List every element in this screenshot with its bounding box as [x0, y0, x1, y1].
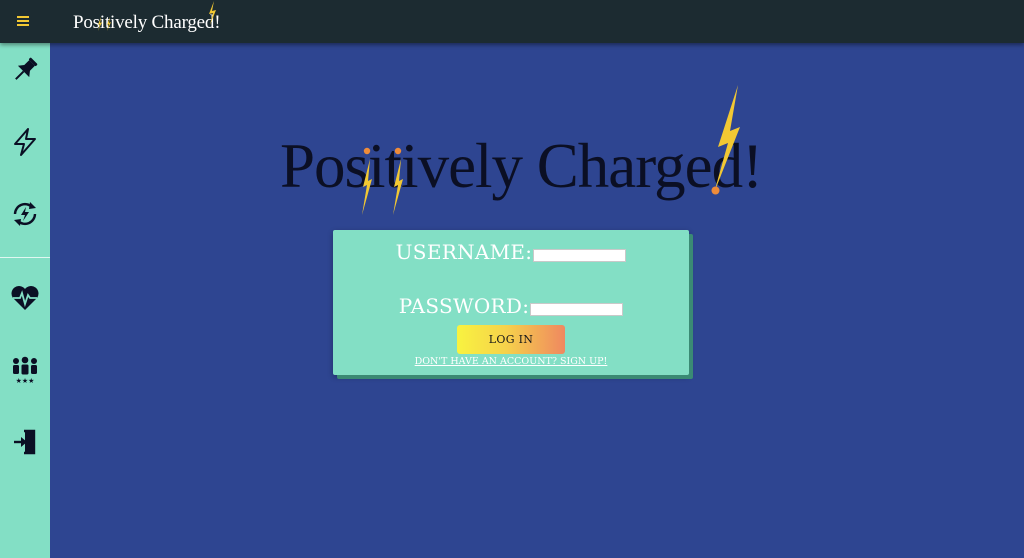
- lightning-bolt-icon: [209, 1, 216, 25]
- header-logo[interactable]: Positively Charged!: [73, 1, 221, 34]
- header-logo-text: Positively Charged: [73, 12, 215, 33]
- group-rating-icon: ★★★: [13, 356, 37, 385]
- pushpin-icon: [15, 57, 38, 80]
- username-row: USERNAME:: [333, 240, 689, 264]
- main-logo-title: Positively Charged: [280, 131, 743, 201]
- hamburger-menu-icon[interactable]: [12, 10, 34, 32]
- sidebar-item-community[interactable]: ★★★: [7, 352, 43, 388]
- lightning-bolt-icon: [714, 85, 740, 193]
- svg-text:★★★: ★★★: [16, 377, 35, 385]
- main-logo-punct: !: [742, 131, 763, 201]
- heartbeat-icon: [11, 286, 39, 310]
- lightning-bolt-icon: [107, 17, 111, 31]
- sidebar: ★★★: [0, 43, 50, 558]
- lightning-bolt-icon: [14, 128, 36, 156]
- username-label: USERNAME:: [395, 240, 533, 264]
- dot-icon: [711, 186, 720, 195]
- lightning-bolt-icon: [362, 147, 372, 215]
- lightning-bolt-icon: [393, 147, 403, 215]
- username-input[interactable]: [533, 249, 627, 262]
- sidebar-divider: [0, 257, 50, 258]
- sidebar-item-health[interactable]: [7, 280, 43, 316]
- login-button[interactable]: LOG IN: [457, 325, 565, 354]
- login-form: USERNAME: PASSWORD: LOG IN DON'T HAVE AN…: [333, 230, 689, 375]
- password-input[interactable]: [530, 303, 624, 316]
- sidebar-item-charge[interactable]: [7, 124, 43, 160]
- password-label: PASSWORD:: [398, 294, 530, 318]
- lightning-bolt-icon: [98, 17, 102, 31]
- sidebar-item-pin[interactable]: [7, 52, 43, 88]
- recharge-cycle-icon: [13, 202, 37, 226]
- main-logo: Positively Charged!: [280, 85, 763, 215]
- main-logo-text: Positively Charged!: [280, 135, 763, 198]
- signup-link[interactable]: DON'T HAVE AN ACCOUNT? SIGN UP!: [333, 356, 689, 367]
- password-row: PASSWORD:: [333, 294, 689, 318]
- logout-icon: [14, 429, 36, 455]
- sidebar-item-logout[interactable]: [7, 424, 43, 460]
- sidebar-item-recharge[interactable]: [7, 196, 43, 232]
- top-bar: Positively Charged!: [0, 0, 1024, 43]
